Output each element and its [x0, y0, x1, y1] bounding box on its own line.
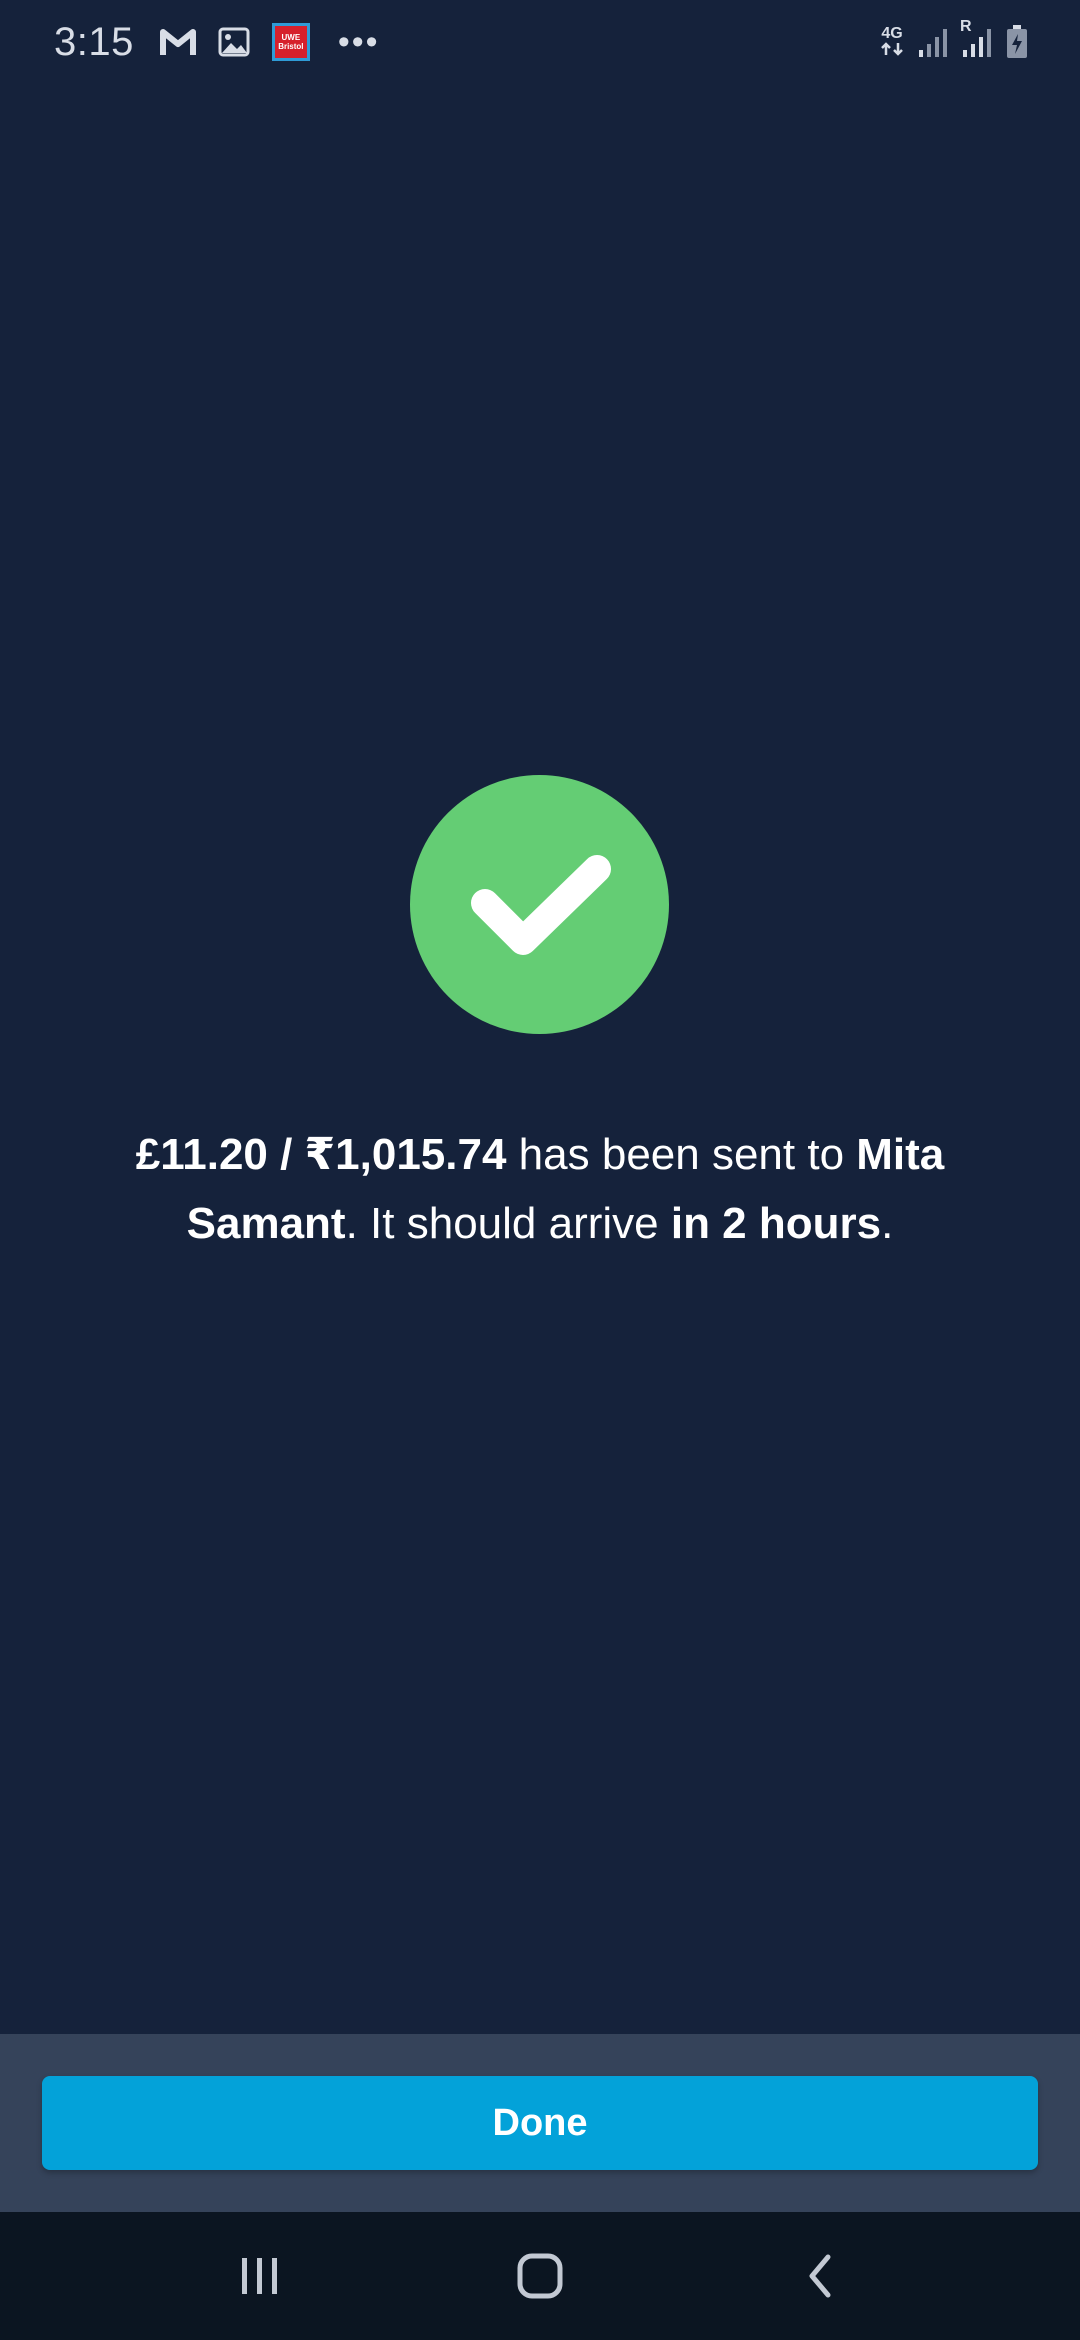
back-button[interactable] — [760, 2226, 880, 2326]
recent-apps-icon — [242, 2258, 277, 2294]
message-text-sent: has been sent to — [506, 1130, 857, 1179]
message-text-arrive: . It should arrive — [345, 1199, 671, 1248]
done-button[interactable]: Done — [42, 2076, 1038, 2170]
network-label: 4G — [881, 24, 903, 42]
gmail-icon — [159, 27, 196, 57]
checkmark-icon — [470, 854, 611, 955]
uwe-icon-text-line-2: Bristol — [278, 42, 304, 51]
network-4g-icon: 4G — [880, 25, 904, 60]
signal-strength-icon — [918, 26, 948, 58]
uwe-icon-text-line-1: UWE — [281, 33, 301, 42]
system-navigation-bar — [0, 2212, 1080, 2340]
confirmation-message: £11.20 / ₹1,015.74 has been sent to Mita… — [60, 1120, 1020, 1258]
status-bar-left: 3:15 UWE Bristol ••• — [54, 20, 380, 65]
message-text-end: . — [881, 1199, 894, 1248]
home-icon — [517, 2253, 563, 2299]
status-bar: 3:15 UWE Bristol ••• 4G R — [0, 0, 1080, 84]
bottom-action-panel: Done — [0, 2034, 1080, 2212]
transfer-amount: £11.20 / ₹1,015.74 — [135, 1130, 507, 1179]
roaming-signal-icon: R — [960, 18, 992, 58]
recent-apps-button[interactable] — [200, 2226, 320, 2326]
success-checkmark-circle — [410, 775, 669, 1034]
uwe-bristol-app-icon: UWE Bristol — [271, 23, 310, 61]
home-button[interactable] — [480, 2226, 600, 2326]
gallery-image-icon — [218, 27, 250, 57]
status-bar-right: 4G R — [880, 18, 1028, 60]
transfer-success-screen: 3:15 UWE Bristol ••• 4G R £11.20 / ₹1,01… — [0, 0, 1080, 2340]
status-time: 3:15 — [54, 19, 134, 64]
back-icon — [809, 2254, 831, 2298]
battery-charging-icon — [1006, 25, 1028, 59]
roaming-label: R — [960, 18, 972, 35]
more-notifications-icon: ••• — [337, 22, 380, 61]
arrival-time: in 2 hours — [670, 1199, 882, 1248]
